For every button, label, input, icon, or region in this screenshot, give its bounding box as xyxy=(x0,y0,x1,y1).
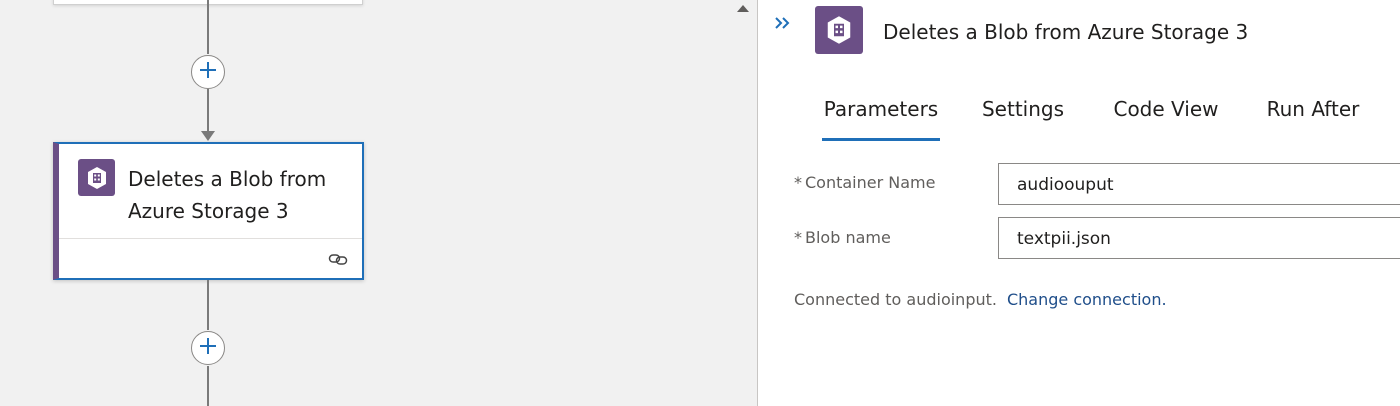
tab-code-view[interactable]: Code View xyxy=(1110,97,1222,141)
tab-label: Parameters xyxy=(823,97,939,121)
connection-info: Connected to audioinput. Change connectio… xyxy=(794,290,1167,309)
change-connection-link[interactable]: Change connection. xyxy=(1007,290,1167,309)
details-panel: Deletes a Blob from Azure Storage 3 Para… xyxy=(758,0,1400,406)
connector-line xyxy=(207,366,209,406)
field-label-text: Blob name xyxy=(805,228,891,247)
tab-label: Run After xyxy=(1266,97,1360,121)
add-step-button[interactable] xyxy=(191,55,225,89)
connector-line xyxy=(207,89,209,133)
action-card-delete-blob[interactable]: Deletes a Blob from Azure Storage 3 xyxy=(53,142,364,280)
connector-line xyxy=(207,0,209,54)
tab-label: Code View xyxy=(1113,97,1219,121)
plus-icon xyxy=(198,60,218,84)
card-divider xyxy=(59,238,362,239)
connection-status-text: Connected to audioinput. xyxy=(794,290,997,309)
tab-run-after[interactable]: Run After xyxy=(1264,97,1362,141)
scroll-up-arrow-icon[interactable] xyxy=(737,5,749,12)
tab-label: Settings xyxy=(981,97,1065,121)
tab-parameters[interactable]: Parameters xyxy=(822,97,940,141)
action-card-title: Deletes a Blob from Azure Storage 3 xyxy=(128,167,327,223)
blob-name-input[interactable]: textpii.json xyxy=(998,217,1400,259)
panel-title: Deletes a Blob from Azure Storage 3 xyxy=(883,20,1249,44)
link-icon[interactable] xyxy=(328,249,348,269)
required-marker: * xyxy=(794,228,802,247)
blob-storage-icon xyxy=(815,6,863,54)
blob-storage-icon xyxy=(78,159,115,196)
plus-icon xyxy=(198,336,218,360)
container-name-input[interactable]: audioouput xyxy=(998,163,1400,205)
blob-name-label: * Blob name xyxy=(794,228,891,247)
required-marker: * xyxy=(794,173,802,192)
double-chevron-right-icon xyxy=(774,15,792,34)
designer-canvas: Deletes a Blob from Azure Storage 3 xyxy=(0,0,757,406)
collapse-panel-button[interactable] xyxy=(772,14,794,34)
add-step-button[interactable] xyxy=(191,331,225,365)
field-label-text: Container Name xyxy=(805,173,936,192)
connector-line xyxy=(207,280,209,330)
arrow-down-icon xyxy=(201,131,215,141)
tab-settings[interactable]: Settings xyxy=(980,97,1066,141)
container-name-label: * Container Name xyxy=(794,173,935,192)
